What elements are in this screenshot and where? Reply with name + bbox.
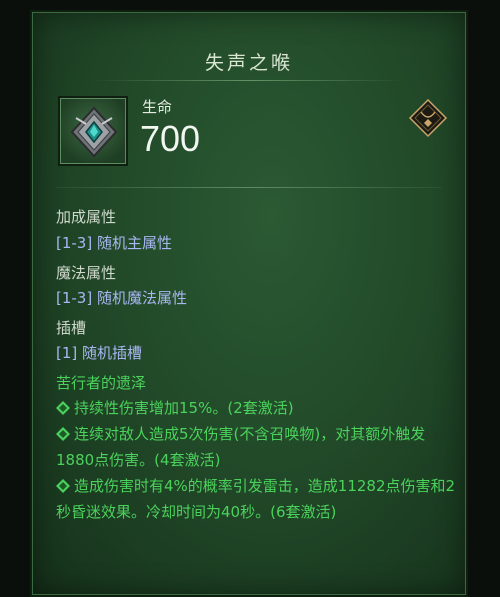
- bonus-attributes-heading: 加成属性: [56, 208, 117, 226]
- set-name: 苦行者的遗泽: [56, 374, 147, 392]
- item-image[interactable]: [58, 96, 128, 166]
- magic-attributes-value: [1-3] 随机魔法属性: [56, 289, 187, 307]
- set-bullet-icon: [56, 401, 70, 415]
- set-bonus-text: 持续性伤害增加15%。(2套激活): [74, 399, 294, 417]
- life-value: 700: [140, 118, 201, 159]
- bonus-attributes-value: [1-3] 随机主属性: [56, 234, 172, 252]
- necklace-icon: [70, 106, 118, 158]
- set-bonus-2: 持续性伤害增加15%。(2套激活): [56, 395, 456, 421]
- set-bonus-text: 连续对敌人造成5次伤害(不含召唤物)，对其额外触发1880点伤害。(4套激活): [56, 425, 426, 469]
- magic-attributes-heading: 魔法属性: [56, 264, 117, 282]
- socket-value: [1] 随机插槽: [56, 344, 143, 362]
- amulet-slot-icon: [408, 98, 448, 138]
- title-divider: [92, 80, 406, 81]
- set-bonus-6: 造成伤害时有4%的概率引发雷击，造成11282点伤害和2秒昏迷效果。冷却时间为4…: [56, 473, 456, 525]
- set-bullet-icon: [56, 479, 70, 493]
- header-divider: [56, 187, 442, 188]
- socket-heading: 插槽: [56, 319, 87, 337]
- life-label: 生命: [142, 98, 173, 116]
- set-bonus-text: 造成伤害时有4%的概率引发雷击，造成11282点伤害和2秒昏迷效果。冷却时间为4…: [56, 477, 456, 521]
- item-name: 失声之喉: [204, 52, 293, 74]
- set-bullet-icon: [56, 427, 70, 441]
- set-bonus-4: 连续对敌人造成5次伤害(不含召唤物)，对其额外触发1880点伤害。(4套激活): [56, 421, 456, 473]
- item-tooltip: 失声之喉 生命 700 加成属性 [1-3] 随机主属性 魔法属性 [1-3] …: [30, 10, 468, 597]
